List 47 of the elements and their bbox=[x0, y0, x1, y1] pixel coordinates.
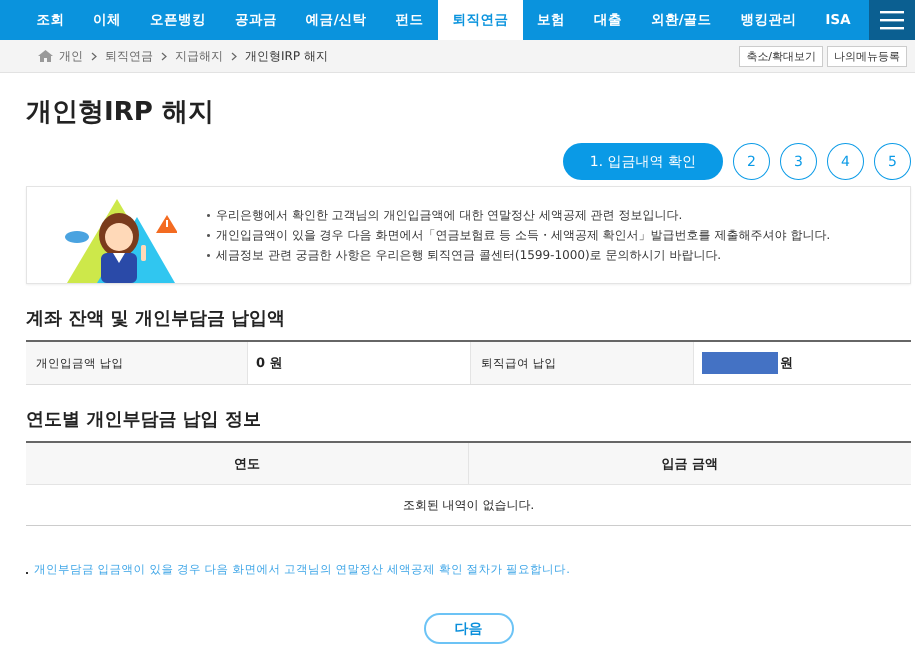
notice-text: 우리은행에서 확인한 고객님의 개인입금액에 대한 연말정산 세액공제 관련 정보입니다. bbox=[216, 207, 682, 224]
bullet-icon bbox=[207, 234, 210, 236]
field-value: 0 원 bbox=[256, 355, 283, 372]
nav-tab[interactable]: 조회 bbox=[22, 0, 79, 40]
nav-tab[interactable]: 보험 bbox=[522, 0, 580, 40]
bullet-icon bbox=[207, 214, 210, 216]
column-header: 연도 bbox=[26, 443, 468, 485]
nav-tab[interactable]: 예금/신탁 bbox=[291, 0, 382, 40]
menu-button[interactable] bbox=[869, 0, 915, 40]
nav-tab[interactable]: ISA bbox=[810, 0, 866, 40]
nav-tab[interactable]: 대출 bbox=[580, 0, 636, 40]
section-title: 계좌 잔액 및 개인부담금 납입액 bbox=[26, 307, 286, 330]
step-indicator: 3 bbox=[780, 143, 817, 180]
field-value: 원 bbox=[780, 355, 793, 372]
step-indicator: 5 bbox=[874, 143, 911, 180]
next-button[interactable]: 다음 bbox=[424, 613, 514, 644]
toolbar-button[interactable]: 나의메뉴등록 bbox=[827, 46, 907, 66]
field-label: 퇴직급여 납입 bbox=[471, 342, 694, 384]
step-indicator: 2 bbox=[733, 143, 770, 180]
nav-tab[interactable]: 펀드 bbox=[381, 0, 438, 40]
chevron-icon bbox=[91, 52, 97, 60]
nav-tab[interactable]: 외환/골드 bbox=[636, 0, 726, 40]
step-indicator: 4 bbox=[827, 143, 864, 180]
toolbar-button[interactable]: 축소/확대보기 bbox=[739, 46, 823, 66]
home-icon[interactable] bbox=[38, 50, 53, 62]
section-title: 연도별 개인부담금 납입 정보 bbox=[26, 408, 262, 431]
breadcrumb-link[interactable]: 개인형IRP 해지 bbox=[245, 48, 328, 64]
step-indicator: 1. 입금내역 확인 bbox=[562, 143, 723, 180]
breadcrumb-link[interactable]: 지급해지 bbox=[175, 48, 223, 64]
column-header: 입금 금액 bbox=[468, 443, 911, 485]
nav-tab[interactable]: 이체 bbox=[78, 0, 136, 40]
chevron-icon bbox=[161, 52, 167, 60]
breadcrumb-link[interactable]: 퇴직연금 bbox=[105, 48, 153, 64]
chevron-icon bbox=[231, 52, 237, 60]
nav-tab[interactable]: 뱅킹관리 bbox=[726, 0, 811, 40]
notice-text: 세금정보 관련 궁금한 사항은 우리은행 퇴직연금 콜센터(1599-1000)로 문의하시기 바랍니다. bbox=[216, 247, 722, 264]
nav-tab[interactable]: 공과금 bbox=[220, 0, 292, 40]
bullet-icon bbox=[207, 254, 210, 256]
empty-message: 조회된 내역이 없습니다. bbox=[26, 485, 911, 526]
page-title: 개인형IRP 해지 bbox=[26, 96, 215, 129]
menu-icon bbox=[880, 10, 904, 30]
nav-tab[interactable]: 퇴직연금 bbox=[438, 0, 523, 40]
nav-tab[interactable]: 오픈뱅킹 bbox=[136, 0, 220, 40]
field-label: 개인입금액 납입 bbox=[26, 342, 248, 384]
footnote-text: 개인부담금 입금액이 있을 경우 다음 화면에서 고객님의 연말정산 세액공제 확인 절차가 필요합니다. bbox=[34, 562, 570, 577]
notice-text: 개인입금액이 있을 경우 다음 화면에서「연금보험료 등 소득・세액공제 확인서」발급번호를 제출해주셔야 합니다. bbox=[216, 227, 830, 244]
breadcrumb-link[interactable]: 개인 bbox=[59, 48, 83, 64]
